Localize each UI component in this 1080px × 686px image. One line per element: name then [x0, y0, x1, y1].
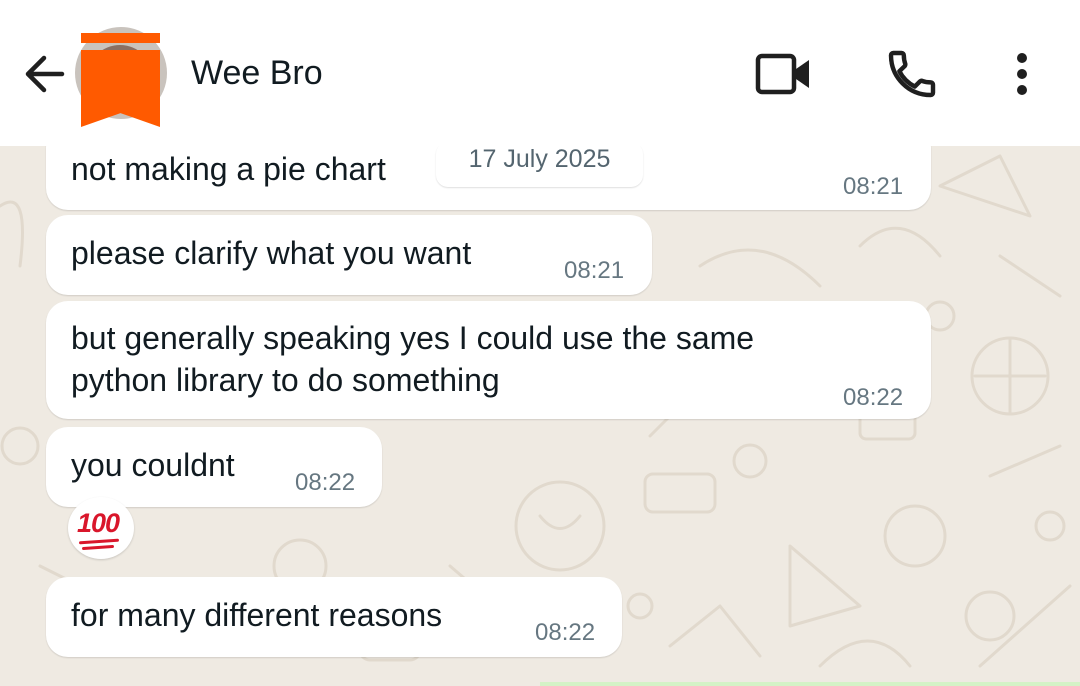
phone-icon[interactable] — [884, 46, 940, 102]
message-time: 08:22 — [295, 469, 356, 496]
chat-header: Wee Bro — [0, 0, 1080, 146]
more-vertical-icon[interactable] — [1002, 48, 1042, 100]
arrow-left-icon[interactable] — [18, 50, 70, 98]
outgoing-message-edge — [540, 682, 1080, 686]
message-bubble[interactable]: but generally speaking yes I could use t… — [46, 301, 931, 419]
chat-area[interactable]: not making a pie chart 08:21 17 July 202… — [0, 146, 1080, 686]
hundred-underline — [81, 544, 115, 551]
reaction-badge[interactable]: 100 — [68, 497, 134, 559]
hundred-points-icon: 100 — [77, 508, 120, 538]
message-time: 08:22 — [843, 384, 904, 411]
message-text: but generally speaking yes I could use t… — [71, 320, 755, 398]
message-bubble[interactable]: for many different reasons 08:22 — [46, 577, 622, 657]
message-time: 08:21 — [843, 173, 904, 200]
hundred-underline — [78, 538, 120, 545]
message-text: for many different reasons — [71, 597, 443, 633]
message-text: you couldnt — [71, 447, 235, 483]
message-bubble[interactable]: you couldnt 08:22 — [46, 427, 382, 507]
message-text: please clarify what you want — [71, 235, 472, 271]
message-time: 08:21 — [564, 257, 625, 284]
message-text: not making a pie chart — [71, 151, 386, 187]
date-chip: 17 July 2025 — [436, 146, 643, 187]
redaction-bar — [81, 33, 160, 43]
video-camera-icon[interactable] — [752, 49, 814, 99]
message-time: 08:22 — [535, 619, 596, 646]
contact-name[interactable]: Wee Bro — [191, 54, 323, 93]
message-bubble[interactable]: please clarify what you want 08:21 — [46, 215, 652, 295]
